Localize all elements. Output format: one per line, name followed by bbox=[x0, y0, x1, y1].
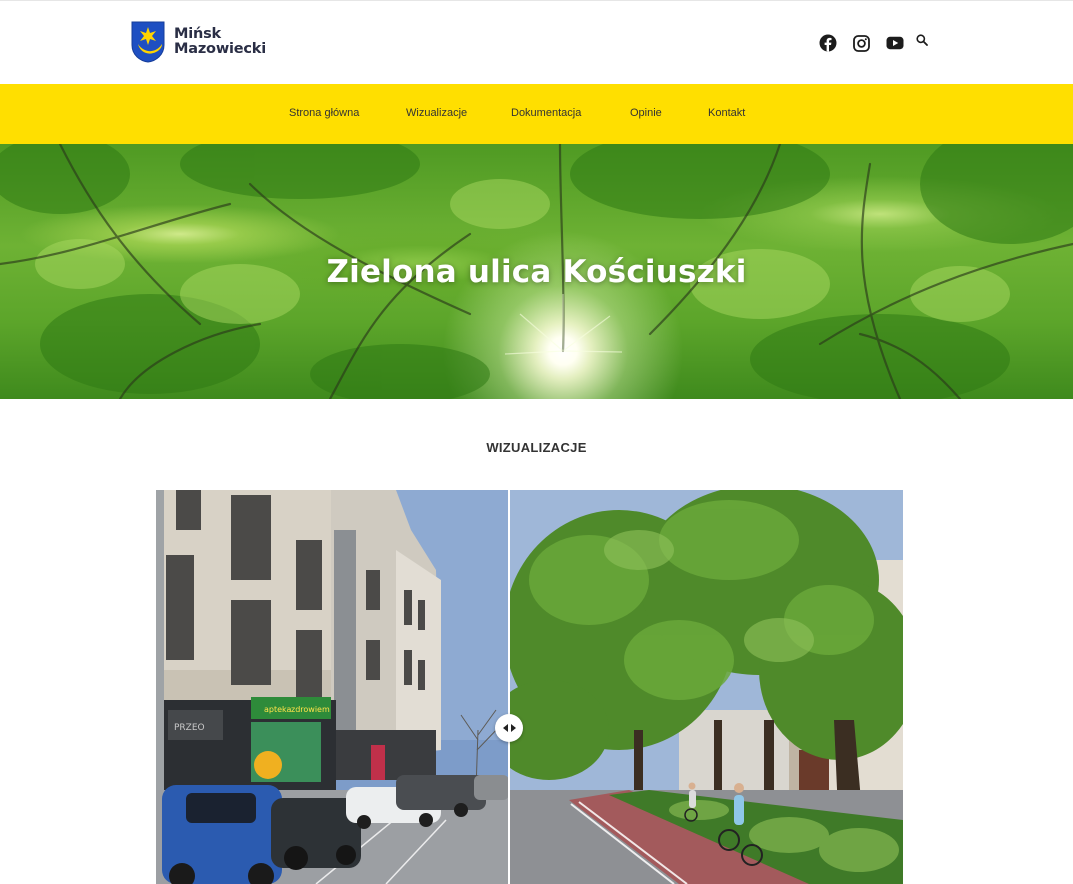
street-before-image: apteka zdrowiem PRZEO bbox=[156, 490, 509, 884]
nav-item-home[interactable]: Strona główna bbox=[289, 107, 359, 119]
nav-item-opinions[interactable]: Opinie bbox=[630, 107, 662, 119]
arrow-right-icon bbox=[510, 724, 516, 732]
arrow-left-icon bbox=[502, 724, 508, 732]
after-image bbox=[509, 490, 903, 884]
store-sign-before-2: zdrowiem bbox=[291, 705, 330, 714]
window-sticker-text: PRZEO bbox=[174, 723, 205, 733]
street-after-image bbox=[509, 490, 903, 884]
slider-handle[interactable] bbox=[495, 714, 523, 742]
instagram-icon[interactable] bbox=[853, 34, 870, 52]
logo-line-1: Mińsk bbox=[174, 26, 221, 42]
slider-divider[interactable] bbox=[508, 490, 510, 884]
logo-line-2: Mazowiecki bbox=[174, 41, 267, 57]
before-after-slider[interactable]: apteka zdrowiem PRZEO bbox=[156, 490, 903, 884]
youtube-icon[interactable] bbox=[886, 36, 904, 50]
facebook-icon[interactable] bbox=[819, 34, 837, 52]
hero-banner: Zielona ulica Kościuszki bbox=[0, 144, 1073, 399]
city-crest-icon bbox=[131, 21, 165, 63]
site-header: Mińsk Mazowiecki bbox=[0, 0, 1073, 84]
search-icon[interactable] bbox=[916, 34, 928, 46]
nav-item-visualizations[interactable]: Wizualizacje bbox=[406, 107, 467, 119]
site-logo[interactable]: Mińsk Mazowiecki bbox=[131, 21, 266, 63]
store-sign-before: apteka bbox=[264, 705, 292, 714]
nav-item-contact[interactable]: Kontakt bbox=[708, 107, 745, 119]
hero-title: Zielona ulica Kościuszki bbox=[326, 254, 747, 290]
site-logo-text: Mińsk Mazowiecki bbox=[174, 27, 266, 57]
nav-item-documentation[interactable]: Dokumentacja bbox=[511, 107, 581, 119]
main-nav: Strona główna Wizualizacje Dokumentacja … bbox=[0, 84, 1073, 144]
before-image: apteka zdrowiem PRZEO bbox=[156, 490, 509, 884]
section-title-visualizations: WIZUALIZACJE bbox=[486, 440, 587, 455]
social-links bbox=[819, 34, 928, 52]
